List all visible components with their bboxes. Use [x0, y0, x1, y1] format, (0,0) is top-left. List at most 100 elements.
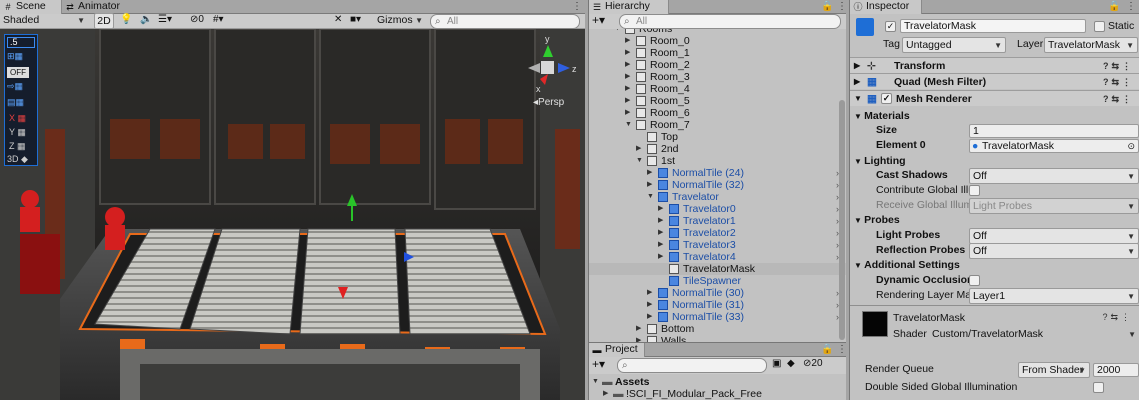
hidden-packages-toggle[interactable]: ⊘20 — [803, 358, 823, 369]
fold-arrow-icon[interactable]: ▶ — [636, 143, 641, 155]
lock-icon[interactable]: 🔒 — [821, 1, 834, 12]
panel-menu-icon[interactable]: ⋮ — [837, 1, 846, 12]
fold-arrow-icon[interactable]: ▶ — [636, 323, 641, 335]
fold-arrow-icon[interactable]: ▶ — [854, 58, 860, 74]
hierarchy-item[interactable]: ▼ Travelator › — [589, 191, 846, 203]
hierarchy-item[interactable]: ▶ Travelator2 › — [589, 227, 846, 239]
axis-x-toggle[interactable]: X ▦ — [9, 113, 26, 124]
fold-arrow-icon[interactable]: ▶ — [658, 239, 663, 251]
panel-menu-icon[interactable]: ⋮ — [572, 1, 583, 12]
render-queue-field[interactable]: 2000 — [1093, 363, 1139, 377]
static-checkbox[interactable] — [1094, 21, 1105, 32]
fold-arrow-icon[interactable]: ▶ — [658, 227, 663, 239]
material-options-icons[interactable]: ?⇆⋮ — [1102, 312, 1133, 323]
hierarchy-item[interactable]: ▶ NormalTile (24) › — [589, 167, 846, 179]
double-sided-gi-checkbox[interactable] — [1093, 382, 1104, 393]
hierarchy-item[interactable]: ▶ Travelator3 › — [589, 239, 846, 251]
fold-arrow-icon[interactable]: ▼ — [625, 119, 632, 131]
create-plus-icon[interactable]: +▾ — [592, 357, 605, 371]
fold-arrow-icon[interactable]: ▶ — [603, 388, 608, 400]
fold-arrow-icon[interactable]: ▼ — [854, 91, 862, 107]
hierarchy-item[interactable]: ▶ Travelator4 › — [589, 251, 846, 263]
component-mesh-filter[interactable]: ▶ ▦ Quad (Mesh Filter) ?⇆⋮ — [850, 73, 1139, 89]
hierarchy-scrollbar[interactable] — [839, 100, 845, 340]
hierarchy-item[interactable]: ▶ NormalTile (32) › — [589, 179, 846, 191]
fold-arrow-icon[interactable]: ▶ — [647, 311, 652, 323]
projection-label[interactable]: ◂Persp — [533, 97, 564, 108]
mesh-renderer-enabled-checkbox[interactable]: ✓ — [881, 93, 892, 104]
filter-label-icon[interactable]: ◆ — [787, 358, 795, 369]
rendering-layer-dropdown[interactable]: Layer1 ▼ — [969, 288, 1139, 304]
hierarchy-item[interactable]: TravelatorMask — [589, 263, 846, 275]
component-options-icons[interactable]: ?⇆⋮ — [1103, 74, 1134, 90]
probes-section[interactable]: ▼ Probes — [854, 213, 900, 227]
object-picker-icon[interactable]: ⊙ — [1127, 140, 1135, 152]
hierarchy-item[interactable]: ▶ Room_0 — [589, 35, 846, 47]
hierarchy-item[interactable]: ▶ NormalTile (31) › — [589, 299, 846, 311]
hierarchy-item[interactable]: ▶ NormalTile (33) › — [589, 311, 846, 323]
panel-menu-icon[interactable]: ⋮ — [837, 344, 846, 355]
snap-value-field[interactable]: .5 — [7, 37, 35, 48]
scene-search-input[interactable]: ⌕ All — [430, 14, 580, 29]
fold-arrow-icon[interactable]: ▶ — [647, 287, 652, 299]
panel-menu-icon[interactable]: ⋮ — [1126, 1, 1137, 12]
hierarchy-item[interactable]: TileSpawner — [589, 275, 846, 287]
fold-arrow-icon[interactable]: ▶ — [658, 251, 663, 263]
tab-project[interactable]: ▬ Project — [589, 343, 645, 357]
tag-dropdown[interactable]: Untagged ▼ — [902, 37, 1006, 53]
hierarchy-search-input[interactable]: ⌕ All — [619, 14, 841, 29]
component-transform[interactable]: ▶ ⊹ Transform ?⇆⋮ — [850, 57, 1139, 73]
lighting-toggle-icon[interactable]: 💡 — [120, 14, 132, 25]
grid-snap-icon[interactable]: ⊞▦ — [7, 51, 23, 62]
hierarchy-item[interactable]: ▼ Room_7 — [589, 119, 846, 131]
dynamic-occlusion-checkbox[interactable] — [969, 275, 980, 286]
gizmos-dropdown[interactable]: Gizmos ▼ — [374, 13, 426, 29]
component-options-icons[interactable]: ?⇆⋮ — [1103, 91, 1134, 107]
hierarchy-item[interactable]: ▶ Walls — [589, 335, 846, 342]
folder-scifi-pack[interactable]: ▶ ▬ !SCI_FI_Modular_Pack_Free — [589, 388, 846, 400]
shader-dropdown[interactable]: Custom/TravelatorMask ▼ — [929, 327, 1139, 343]
hierarchy-item[interactable]: ▶ Travelator1 › — [589, 215, 846, 227]
component-options-icons[interactable]: ?⇆⋮ — [1103, 58, 1134, 74]
additional-settings-section[interactable]: ▼ Additional Settings — [854, 258, 960, 272]
fold-arrow-icon[interactable]: ▶ — [647, 167, 652, 179]
hierarchy-item[interactable]: ▶ Room_2 — [589, 59, 846, 71]
filter-type-icon[interactable]: ▣ — [772, 358, 781, 369]
fold-arrow-icon[interactable]: ▶ — [658, 215, 663, 227]
object-name-field[interactable]: TravelatorMask — [900, 19, 1086, 33]
tab-animator[interactable]: ⇄ Animator — [62, 0, 132, 14]
tab-hierarchy[interactable]: ☰ Hierarchy — [589, 0, 669, 14]
audio-toggle-icon[interactable]: 🔈 — [140, 14, 152, 25]
align-icon[interactable]: ⇨▦ — [7, 81, 23, 92]
fold-arrow-icon[interactable]: ▶ — [647, 179, 652, 191]
folder-assets[interactable]: ▼ ▬ Assets — [589, 376, 846, 388]
hierarchy-item[interactable]: ▶ NormalTile (30) › — [589, 287, 846, 299]
layer-dropdown[interactable]: TravelatorMask ▼ — [1044, 37, 1138, 53]
fold-arrow-icon[interactable]: ▼ — [592, 376, 599, 388]
hierarchy-item[interactable]: ▶ Room_6 — [589, 107, 846, 119]
hierarchy-item[interactable]: Top — [589, 131, 846, 143]
fold-arrow-icon[interactable]: ▶ — [625, 107, 630, 119]
hierarchy-item[interactable]: ▶ Room_4 — [589, 83, 846, 95]
toggle-2d-button[interactable]: 2D — [94, 13, 114, 29]
grid-toggle-icon[interactable]: #▾ — [213, 14, 224, 25]
project-search-input[interactable]: ⌕ — [617, 358, 767, 373]
fold-arrow-icon[interactable]: ▶ — [625, 35, 630, 47]
axis-y-toggle[interactable]: Y ▦ — [9, 127, 26, 138]
light-probes-dropdown[interactable]: Off ▼ — [969, 228, 1139, 244]
size-field[interactable]: 1 — [969, 124, 1139, 138]
scene-viewport[interactable]: y z x ◂Persp .5 ⊞▦ OFF ⇨▦ ▤▦ X ▦ Y ▦ Z ▦… — [0, 29, 585, 400]
tools-icon[interactable]: ✕ — [334, 14, 342, 25]
active-checkbox[interactable]: ✓ — [885, 21, 896, 32]
hierarchy-item[interactable]: ▶ Room_1 — [589, 47, 846, 59]
element0-field[interactable]: ● TravelatorMask ⊙ — [969, 139, 1139, 153]
tab-scene[interactable]: # Scene — [0, 0, 62, 14]
push-icon[interactable]: ▤▦ — [7, 97, 24, 108]
create-plus-icon[interactable]: +▾ — [592, 13, 605, 27]
fold-arrow-icon[interactable]: ▶ — [625, 95, 630, 107]
fold-arrow-icon[interactable]: ▶ — [658, 203, 663, 215]
fold-arrow-icon[interactable]: ▶ — [625, 83, 630, 95]
fold-arrow-icon[interactable]: ▼ — [647, 191, 654, 203]
lighting-section[interactable]: ▼ Lighting — [854, 154, 906, 168]
hierarchy-item[interactable]: ▶ Room_5 — [589, 95, 846, 107]
